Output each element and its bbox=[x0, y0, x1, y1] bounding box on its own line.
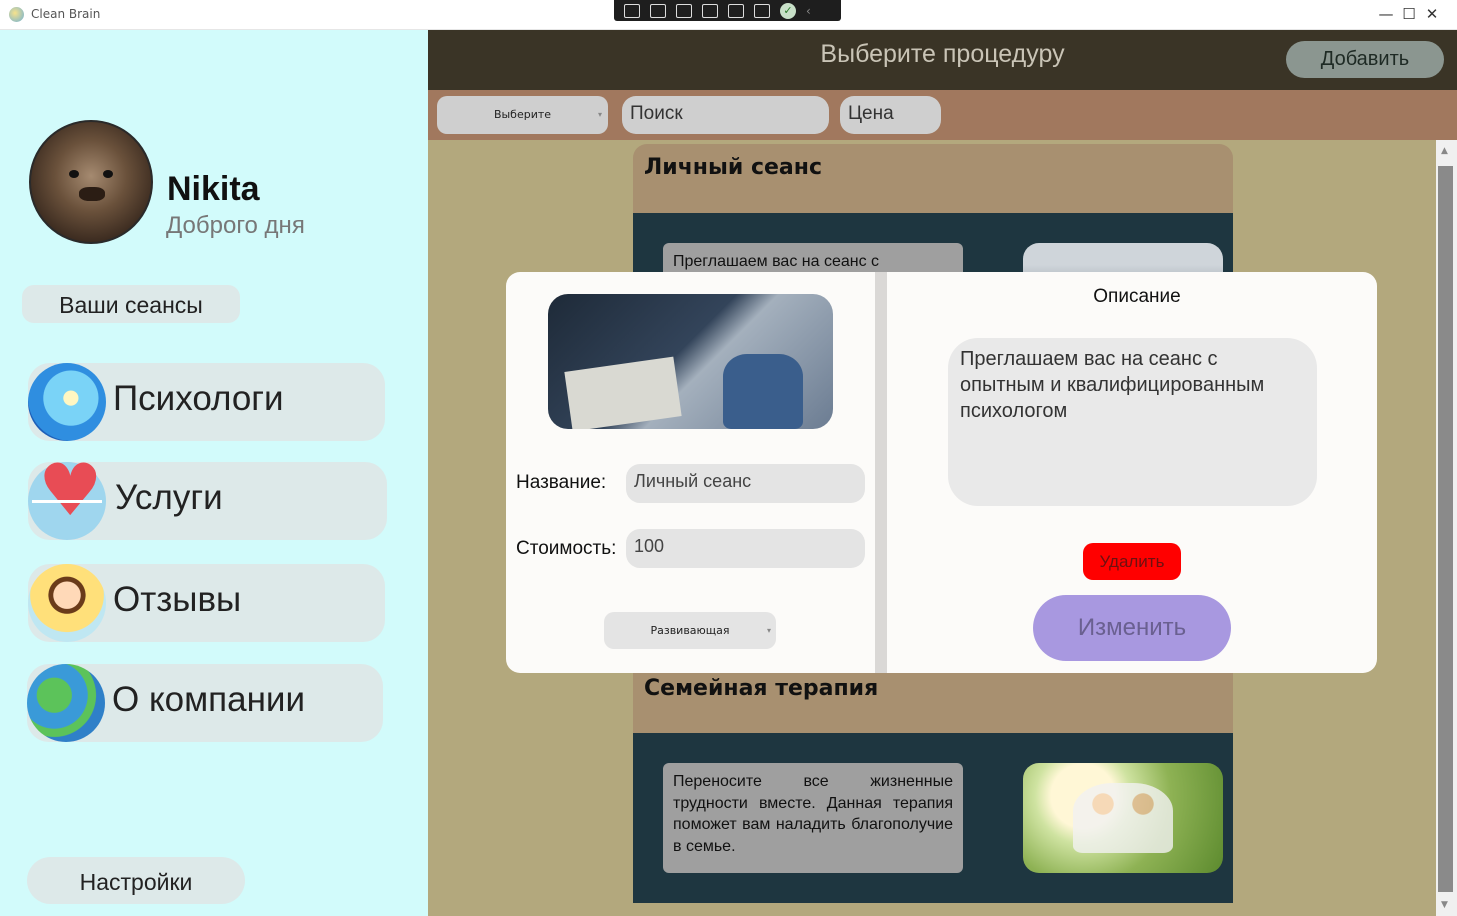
nav-label: Отзывы bbox=[113, 580, 242, 619]
nav-item-about[interactable]: О компании bbox=[27, 664, 383, 742]
nav-item-services[interactable]: Услуги bbox=[28, 454, 387, 540]
filter-bar: Выберите ▾ Поиск Цена bbox=[428, 90, 1457, 140]
cost-label: Стоимость: bbox=[516, 538, 617, 559]
name-field[interactable]: Личный сеанс bbox=[626, 464, 865, 503]
avatar bbox=[29, 120, 153, 244]
live-tree-icon[interactable] bbox=[624, 3, 640, 18]
window-title: Clean Brain bbox=[31, 7, 101, 21]
price-input[interactable]: Цена bbox=[840, 96, 941, 134]
checkmark-icon[interactable]: ✓ bbox=[780, 2, 796, 19]
cost-field[interactable]: 100 bbox=[626, 529, 865, 568]
name-label: Название: bbox=[516, 472, 607, 493]
edit-button[interactable]: Изменить bbox=[1033, 595, 1231, 661]
user-greeting: Доброго дня bbox=[166, 212, 305, 239]
delete-button[interactable]: Удалить bbox=[1083, 543, 1181, 580]
category-select-value: Выберите bbox=[493, 108, 552, 121]
card-title: Личный сеанс bbox=[644, 155, 823, 180]
globe-icon bbox=[27, 664, 105, 742]
sidebar: Nikita Доброго дня Ваши сеансы Психологи… bbox=[0, 30, 428, 916]
scroll-up-icon[interactable]: ▲ bbox=[1441, 146, 1448, 156]
hot-reload-icon[interactable] bbox=[754, 3, 770, 18]
debug-toolbar: ✓ ‹ bbox=[614, 0, 841, 21]
window-titlebar: Clean Brain ✓ ‹ — ☐ ✕ bbox=[0, 0, 1457, 30]
brain-icon bbox=[28, 363, 106, 441]
card-image bbox=[1023, 763, 1223, 873]
happy-person-icon bbox=[28, 564, 106, 642]
main-header: Выберите процедуру Добавить bbox=[428, 30, 1457, 90]
nav-label: Услуги bbox=[115, 478, 223, 517]
card-description: Переносите все жизненные трудности вмест… bbox=[663, 763, 963, 873]
close-button[interactable]: ✕ bbox=[1409, 0, 1455, 30]
search-input[interactable]: Поиск bbox=[622, 96, 829, 134]
procedure-type-select[interactable]: Развивающая ▾ bbox=[604, 612, 776, 649]
scroll-down-icon[interactable]: ▼ bbox=[1441, 900, 1448, 910]
chevron-left-icon[interactable]: ‹ bbox=[806, 4, 816, 18]
card-body: Переносите все жизненные трудности вмест… bbox=[633, 733, 1233, 903]
procedure-type-value: Развивающая bbox=[650, 624, 730, 637]
nav-item-psychologists[interactable]: Психологи bbox=[28, 363, 385, 441]
vertical-scrollbar[interactable]: ▲ ▼ bbox=[1436, 140, 1457, 916]
card-title: Семейная терапия bbox=[644, 676, 879, 701]
category-select[interactable]: Выберите ▾ bbox=[437, 96, 608, 134]
camera-icon[interactable] bbox=[650, 3, 666, 18]
add-button[interactable]: Добавить bbox=[1286, 41, 1444, 78]
nav-item-reviews[interactable]: Отзывы bbox=[28, 564, 385, 642]
description-title: Описание bbox=[1093, 286, 1181, 307]
display-layout-icon[interactable] bbox=[702, 3, 718, 18]
chevron-down-icon: ▾ bbox=[597, 110, 602, 119]
scrollbar-thumb[interactable] bbox=[1438, 166, 1453, 892]
settings-button[interactable]: Настройки bbox=[27, 857, 245, 904]
card-header[interactable]: Личный сеанс bbox=[633, 144, 1233, 214]
dialog-divider bbox=[875, 272, 887, 673]
select-element-icon[interactable] bbox=[676, 3, 692, 18]
edit-procedure-dialog: Название: Личный сеанс Стоимость: 100 Ра… bbox=[506, 272, 1377, 673]
app-logo-icon bbox=[9, 7, 24, 22]
procedure-image[interactable] bbox=[548, 294, 833, 429]
chevron-down-icon: ▾ bbox=[766, 626, 771, 635]
nav-label: Психологи bbox=[113, 379, 284, 418]
description-field[interactable]: Преглашаем вас на сеанс с опытным и квал… bbox=[948, 338, 1317, 506]
user-name: Nikita bbox=[167, 170, 260, 208]
track-focus-icon[interactable] bbox=[728, 3, 744, 18]
card-header[interactable]: Семейная терапия bbox=[633, 672, 1233, 734]
heart-pulse-icon bbox=[28, 454, 106, 540]
your-sessions-button[interactable]: Ваши сеансы bbox=[22, 285, 240, 323]
nav-label: О компании bbox=[112, 680, 306, 719]
